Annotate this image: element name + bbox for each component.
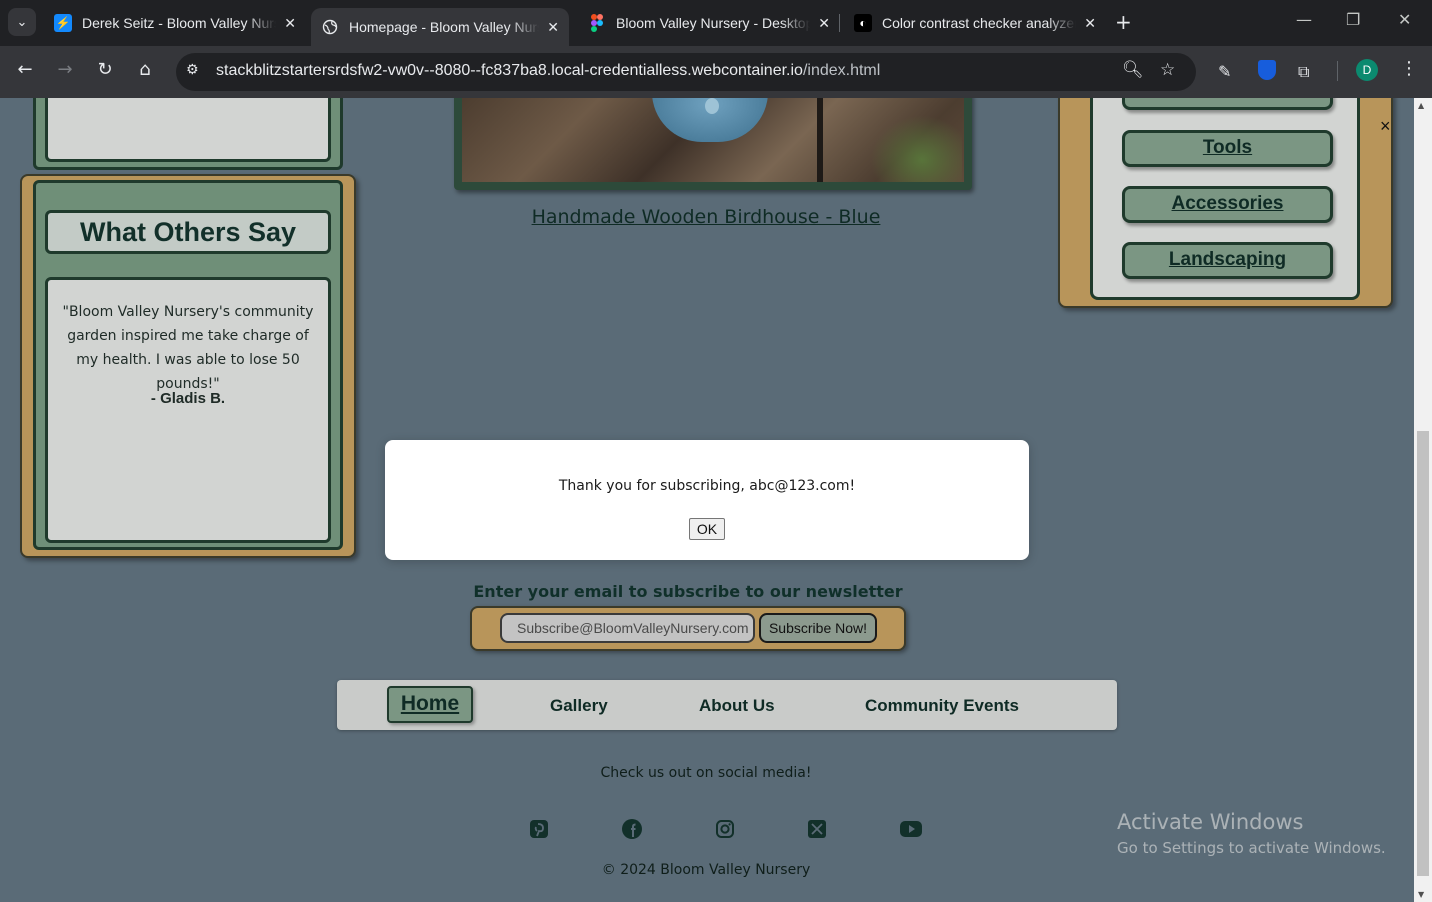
close-tab-icon[interactable]: ✕ (547, 19, 559, 36)
x-icon[interactable] (806, 818, 828, 840)
contrast-icon: ◐ (854, 14, 872, 32)
page-viewport: What Others Say "Bloom Valley Nursery's … (0, 98, 1414, 902)
tab-title: Bloom Valley Nursery - Desktop (616, 15, 811, 31)
reload-icon[interactable]: ↻ (92, 59, 118, 80)
category-button-landscaping[interactable]: Landscaping (1122, 242, 1333, 279)
activate-windows-title: Activate Windows (1117, 810, 1304, 834)
scroll-down-icon[interactable]: ▼ (1418, 890, 1424, 899)
newsletter-label: Enter your email to subscribe to our new… (473, 582, 903, 601)
tab-search-button[interactable]: ⌄ (8, 8, 36, 36)
testimonials-heading: What Others Say (45, 210, 331, 254)
tab-contrast-checker[interactable]: ◐ Color contrast checker analyzer ✕ (844, 8, 1106, 38)
close-tab-icon[interactable]: ✕ (818, 15, 830, 32)
birdhouse-hole (705, 98, 719, 114)
plant-foliage (862, 108, 962, 182)
site-settings-icon[interactable]: ⚙ (186, 62, 199, 78)
copyright: © 2024 Bloom Valley Nursery (601, 862, 811, 878)
close-icon[interactable]: × (1380, 116, 1391, 137)
sidebar-card-top-inner (45, 98, 331, 162)
restore-icon[interactable]: ❐ (1346, 10, 1360, 29)
birdhouse-photo[interactable] (462, 98, 964, 182)
nav-home[interactable]: Home (387, 686, 473, 723)
close-window-icon[interactable]: ✕ (1398, 10, 1411, 29)
url-text[interactable]: stackblitzstartersrdsfw2-vw0v--8080--fc8… (216, 62, 880, 80)
testimonial-author: - Gladis B. (150, 390, 226, 407)
chevron-down-icon: ⌄ (16, 14, 28, 30)
product-image-frame (454, 98, 972, 190)
toolbar-separator (1337, 61, 1338, 81)
alert-message: Thank you for subscribing, abc@123.com! (558, 478, 856, 494)
social-label: Check us out on social media! (600, 765, 812, 781)
browser-menu-icon[interactable]: ⋮ (1400, 58, 1418, 79)
close-tab-icon[interactable]: ✕ (1084, 15, 1096, 32)
category-button-partial[interactable] (1122, 98, 1333, 110)
extension-feather-icon[interactable]: ✎ (1218, 62, 1231, 81)
tab-title: Derek Seitz - Bloom Valley Nursery (82, 15, 276, 31)
page-scrollbar[interactable]: ▲ ▼ (1414, 98, 1432, 902)
home-icon[interactable]: ⌂ (132, 59, 158, 80)
zoom-icon[interactable]: 🔍︎ (1122, 60, 1144, 80)
alert-dialog: Thank you for subscribing, abc@123.com! … (385, 440, 1029, 560)
tab-homepage[interactable]: Homepage - Bloom Valley Nursery ✕ (311, 8, 569, 46)
figma-icon (588, 14, 606, 32)
alert-ok-button[interactable]: OK (689, 518, 725, 540)
tab-strip: ⌄ ⚡ Derek Seitz - Bloom Valley Nursery ✕… (0, 0, 1432, 46)
new-tab-icon[interactable]: + (1115, 10, 1132, 34)
tab-title: Homepage - Bloom Valley Nursery (349, 19, 539, 35)
facebook-icon[interactable] (621, 818, 643, 840)
category-button-tools[interactable]: Tools (1122, 130, 1333, 167)
tab-figma[interactable]: Bloom Valley Nursery - Desktop ✕ (578, 8, 840, 38)
footer-nav: Home Gallery About Us Community Events (337, 680, 1117, 730)
pinterest-icon[interactable] (528, 818, 550, 840)
stackblitz-icon: ⚡ (54, 14, 72, 32)
forward-icon[interactable]: → (52, 59, 78, 80)
instagram-icon[interactable] (714, 818, 736, 840)
extensions-puzzle-icon[interactable]: ⧉ (1298, 62, 1309, 82)
youtube-icon[interactable] (899, 818, 923, 840)
minimize-icon[interactable]: — (1296, 10, 1312, 29)
tab-separator (839, 14, 840, 32)
scroll-up-icon[interactable]: ▲ (1418, 101, 1424, 110)
nav-community-events[interactable]: Community Events (865, 696, 1019, 716)
testimonial-quote: "Bloom Valley Nursery's community garden… (62, 304, 314, 392)
bookmark-star-icon[interactable]: ☆ (1160, 60, 1175, 80)
bitwarden-shield-icon[interactable] (1258, 60, 1276, 80)
product-link[interactable]: Handmade Wooden Birdhouse - Blue (456, 206, 956, 228)
tab-derek-seitz[interactable]: ⚡ Derek Seitz - Bloom Valley Nursery ✕ (44, 8, 306, 38)
category-button-accessories[interactable]: Accessories (1122, 186, 1333, 223)
birdhouse-pole (817, 98, 823, 182)
browser-toolbar: ← → ↻ ⌂ ⚙ stackblitzstartersrdsfw2-vw0v-… (0, 46, 1432, 98)
back-icon[interactable]: ← (12, 59, 38, 80)
nav-about-us[interactable]: About Us (699, 696, 775, 716)
activate-windows-subtitle: Go to Settings to activate Windows. (1117, 839, 1386, 857)
newsletter-email-input[interactable]: Subscribe@BloomValleyNursery.com (500, 613, 755, 643)
tab-title: Color contrast checker analyzer (882, 15, 1077, 31)
subscribe-button[interactable]: Subscribe Now! (759, 613, 877, 643)
scroll-thumb[interactable] (1417, 431, 1429, 876)
globe-icon (321, 18, 339, 36)
nav-gallery[interactable]: Gallery (550, 696, 608, 716)
address-bar[interactable]: ⚙ stackblitzstartersrdsfw2-vw0v--8080--f… (176, 53, 1196, 91)
profile-avatar[interactable]: D (1356, 59, 1378, 81)
close-tab-icon[interactable]: ✕ (284, 15, 296, 32)
